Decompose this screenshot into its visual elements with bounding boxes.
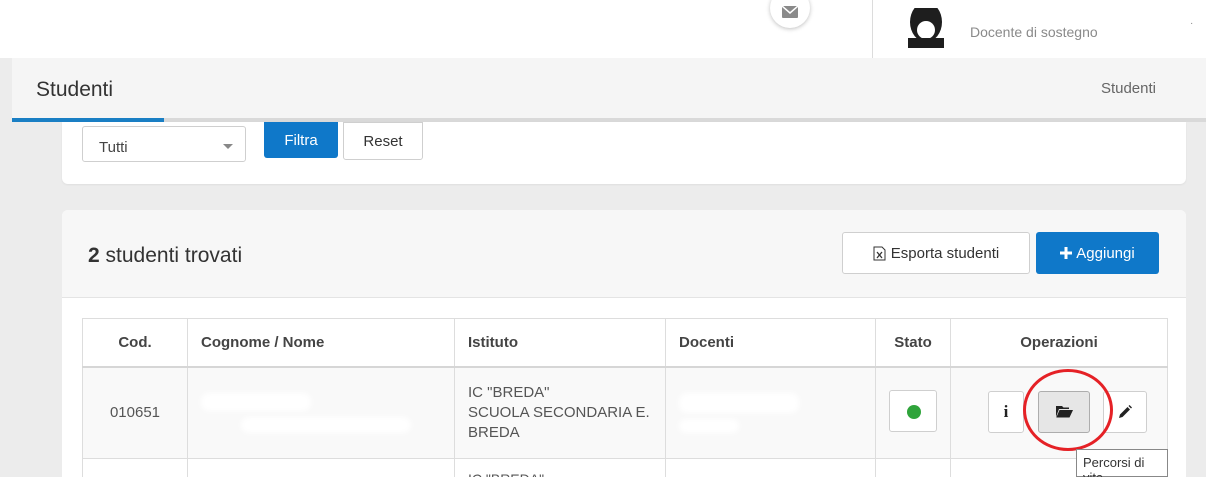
results-header: 2 studenti trovati Esporta studenti Aggi… bbox=[62, 210, 1186, 298]
table-row: 010651 IC "BREDA" SCUOLA SECONDARIA E. B… bbox=[82, 366, 1168, 459]
results-panel: 2 studenti trovati Esporta studenti Aggi… bbox=[62, 210, 1186, 477]
results-count-suffix: studenti trovati bbox=[105, 244, 243, 267]
institute-line: BREDA bbox=[468, 423, 520, 441]
page-header: Studenti Studenti bbox=[12, 58, 1206, 122]
table-row: IC "BREDA" bbox=[82, 457, 1168, 477]
student-code bbox=[82, 457, 188, 477]
reset-button[interactable]: Reset bbox=[343, 122, 423, 160]
export-label: Esporta studenti bbox=[890, 244, 1000, 262]
breadcrumb[interactable]: Studenti bbox=[1101, 80, 1156, 97]
results-count: 2 studenti trovati bbox=[88, 244, 242, 268]
filter-button[interactable]: Filtra bbox=[264, 122, 338, 158]
column-header-name[interactable]: Cognome / Nome bbox=[187, 318, 455, 368]
institute-line: IC "BREDA" bbox=[468, 383, 550, 401]
caret-down-icon bbox=[223, 144, 233, 149]
navbar-edge-mark: · bbox=[1190, 18, 1194, 29]
student-status bbox=[875, 366, 951, 459]
messages-button[interactable] bbox=[770, 0, 810, 28]
plus-icon bbox=[1060, 247, 1073, 259]
table-header-row: Cod. Cognome / Nome Istituto Docenti Sta… bbox=[82, 318, 1168, 368]
highlight-circle bbox=[1023, 369, 1113, 451]
student-teachers-redacted bbox=[665, 457, 876, 477]
student-status bbox=[875, 457, 951, 477]
add-label: Aggiungi bbox=[1076, 244, 1135, 262]
tooltip: Percorsi di vita bbox=[1076, 449, 1168, 477]
excel-file-icon bbox=[873, 246, 886, 260]
select-value: Tutti bbox=[99, 139, 128, 156]
status-active-dot bbox=[907, 404, 921, 419]
column-header-operations: Operazioni bbox=[950, 318, 1168, 368]
add-student-button[interactable]: Aggiungi bbox=[1036, 232, 1159, 274]
institute-line: IC "BREDA" bbox=[468, 469, 544, 477]
column-header-institute[interactable]: Istituto bbox=[454, 318, 666, 368]
user-role: Docente di sostegno bbox=[970, 24, 1098, 40]
institute-line: SCUOLA SECONDARIA E. bbox=[468, 403, 650, 421]
student-teachers-redacted bbox=[665, 366, 876, 459]
top-navbar: Docente di sostegno · bbox=[0, 0, 1206, 58]
student-name-redacted bbox=[187, 366, 455, 459]
students-table: Cod. Cognome / Nome Istituto Docenti Sta… bbox=[82, 318, 1168, 477]
student-institute: IC "BREDA" bbox=[454, 457, 666, 477]
column-header-teachers[interactable]: Docenti bbox=[665, 318, 876, 368]
student-institute: IC "BREDA" SCUOLA SECONDARIA E. BREDA bbox=[454, 366, 666, 459]
status-button[interactable] bbox=[889, 389, 937, 432]
student-code: 010651 bbox=[82, 366, 188, 459]
filter-panel: Tutti Filtra Reset bbox=[62, 122, 1186, 184]
results-count-number: 2 bbox=[88, 244, 100, 267]
info-button[interactable]: i bbox=[988, 390, 1024, 433]
student-name-redacted bbox=[187, 457, 455, 477]
export-students-button[interactable]: Esporta studenti bbox=[842, 232, 1030, 274]
column-header-code[interactable]: Cod. bbox=[82, 318, 188, 368]
status-filter-select[interactable]: Tutti bbox=[82, 126, 246, 162]
column-header-status[interactable]: Stato bbox=[875, 318, 951, 368]
envelope-icon bbox=[782, 6, 798, 18]
user-avatar-icon[interactable] bbox=[905, 8, 947, 48]
pencil-icon bbox=[1119, 404, 1132, 418]
page-title: Studenti bbox=[36, 78, 114, 101]
navbar-divider bbox=[872, 0, 873, 58]
info-icon: i bbox=[1003, 401, 1009, 421]
